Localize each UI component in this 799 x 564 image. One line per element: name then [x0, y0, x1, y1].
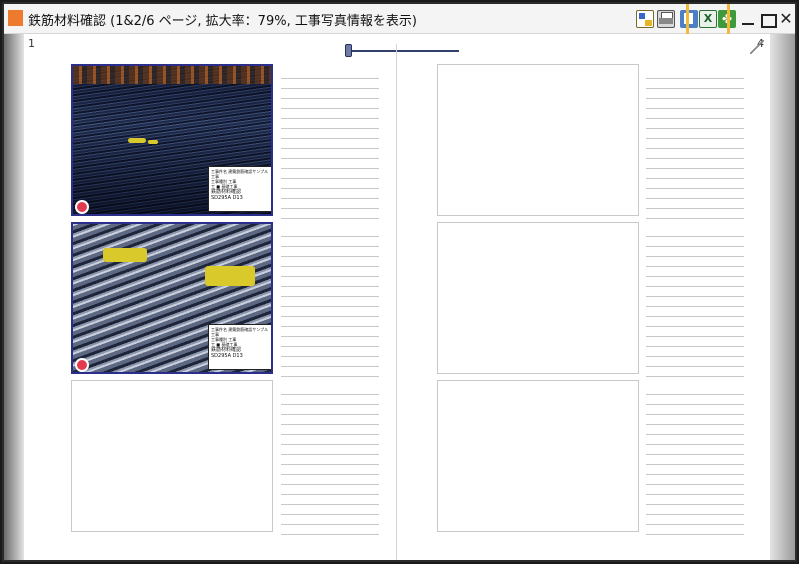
title-bar[interactable]: 鉄筋材料確認 (1&2/6 ページ, 拡大率：79%, 工事写真情報を表示) X…	[4, 4, 795, 38]
page-spread: 1 4 工事件名 建築鉄筋確認サンプル工事 工事種別 工事 工 ■ 基礎工事 鉄…	[24, 34, 770, 560]
zoom-slider-track[interactable]	[349, 50, 459, 52]
blackboard: 工事件名 建築鉄筋確認サンプル工事 工事種別 工事 工 ■ 基礎工事 鉄筋材料確…	[208, 324, 271, 370]
page-divider	[396, 44, 397, 560]
board-line: SD295A D13	[211, 353, 243, 359]
document-viewer[interactable]: 1 4 工事件名 建築鉄筋確認サンプル工事 工事種別 工事 工 ■ 基礎工事 鉄…	[4, 34, 795, 560]
photo-background	[73, 66, 271, 84]
info-lines	[281, 388, 379, 538]
resize-handle-icon[interactable]	[750, 40, 764, 54]
printer-icon[interactable]	[657, 10, 675, 28]
info-lines	[646, 388, 744, 538]
info-lines	[646, 72, 744, 222]
photo-slot-1[interactable]: 工事件名 建築鉄筋確認サンプル工事 工事種別 工事 工 ■ 基礎工事 鉄筋材料確…	[71, 64, 273, 216]
viewer-window: 鉄筋材料確認 (1&2/6 ページ, 拡大率：79%, 工事写真情報を表示) X…	[2, 2, 797, 562]
highlight-box	[686, 4, 730, 38]
list-view-icon[interactable]	[636, 10, 654, 28]
info-lines	[646, 230, 744, 380]
board-line: 工事件名 建築鉄筋確認サンプル工事	[211, 327, 269, 337]
rebar-tag	[103, 248, 147, 262]
left-page-number: 1	[28, 37, 35, 50]
close-icon[interactable]: ✕	[777, 10, 795, 28]
blackboard: 工事件名 建築鉄筋確認サンプル工事 工事種別 工事 工 ■ 基礎工事 鉄筋材料確…	[208, 166, 271, 212]
minimize-icon[interactable]	[739, 10, 757, 28]
photo-slot-5[interactable]	[437, 222, 639, 374]
board-line: 工事件名 建築鉄筋確認サンプル工事	[211, 169, 269, 179]
rebar-tag	[128, 138, 146, 143]
photo-slot-6[interactable]	[437, 380, 639, 532]
board-line: SD295A D13	[211, 195, 243, 201]
info-lines	[281, 230, 379, 380]
marker-icon	[75, 200, 89, 214]
app-icon	[8, 10, 23, 26]
maximize-icon[interactable]	[758, 10, 777, 28]
window-title: 鉄筋材料確認 (1&2/6 ページ, 拡大率：79%, 工事写真情報を表示)	[28, 14, 417, 29]
photo-slot-2[interactable]: 工事件名 建築鉄筋確認サンプル工事 工事種別 工事 工 ■ 基礎工事 鉄筋材料確…	[71, 222, 273, 374]
rebar-tag	[148, 140, 158, 144]
photo-slot-3[interactable]	[71, 380, 273, 532]
zoom-slider-thumb[interactable]	[345, 44, 352, 57]
marker-icon	[75, 358, 89, 372]
photo-slot-4[interactable]	[437, 64, 639, 216]
info-lines	[281, 72, 379, 222]
rebar-tag	[205, 266, 255, 286]
